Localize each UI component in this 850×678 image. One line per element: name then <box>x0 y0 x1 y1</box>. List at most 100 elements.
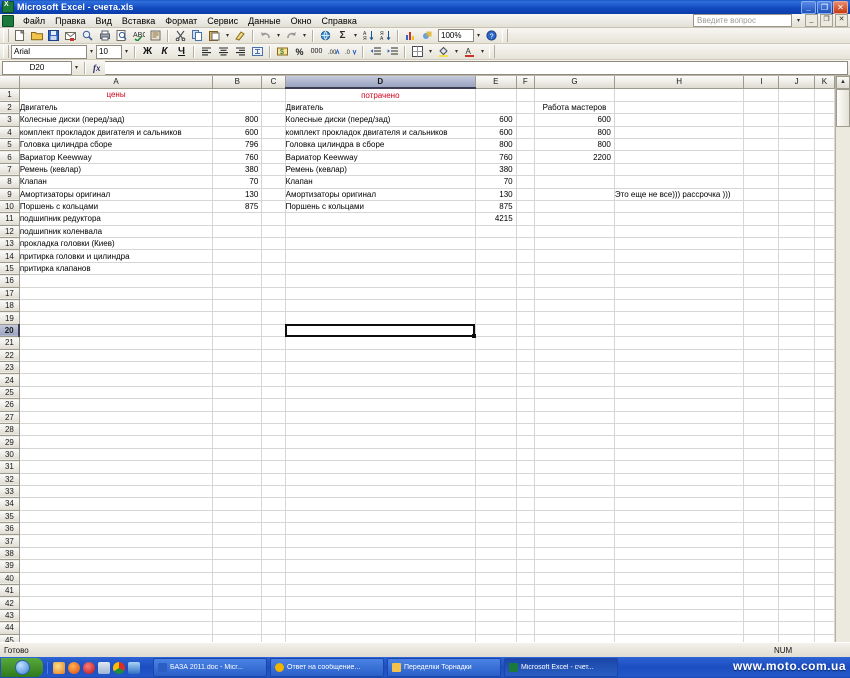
cell-A34[interactable] <box>19 498 212 510</box>
cell-I27[interactable] <box>744 411 779 423</box>
cell-I37[interactable] <box>744 535 779 547</box>
cell-H8[interactable] <box>614 176 743 188</box>
cell-A42[interactable] <box>19 597 212 609</box>
menu-item-insert[interactable]: Вставка <box>117 15 160 27</box>
cell-I8[interactable] <box>744 176 779 188</box>
browser-icon[interactable] <box>53 662 65 674</box>
cell-I3[interactable] <box>744 114 779 126</box>
start-button[interactable] <box>1 658 43 677</box>
cell-I6[interactable] <box>744 151 779 163</box>
cell-H36[interactable] <box>614 523 743 535</box>
taskbar-item-excel[interactable]: Microsoft Excel - счет... <box>504 658 618 677</box>
cell-I20[interactable] <box>744 324 779 336</box>
row-header-32[interactable]: 32 <box>0 473 19 485</box>
cell-I34[interactable] <box>744 498 779 510</box>
cell-I30[interactable] <box>744 448 779 460</box>
cell-J15[interactable] <box>779 262 814 274</box>
cell-G40[interactable] <box>535 572 615 584</box>
cell-A24[interactable] <box>19 374 212 386</box>
cell-I24[interactable] <box>744 374 779 386</box>
font-name-chevron-icon[interactable]: ▾ <box>87 46 96 58</box>
align-center-icon[interactable] <box>216 45 231 59</box>
cell-F40[interactable] <box>516 572 534 584</box>
cell-G1[interactable] <box>535 88 615 101</box>
row-header-36[interactable]: 36 <box>0 523 19 535</box>
cell-G8[interactable] <box>535 176 615 188</box>
cell-B43[interactable] <box>213 609 262 621</box>
cell-F4[interactable] <box>516 126 534 138</box>
cell-G11[interactable] <box>535 213 615 225</box>
cell-E29[interactable] <box>475 436 516 448</box>
cell-A1[interactable]: цены <box>19 88 212 101</box>
cell-D30[interactable] <box>285 448 475 460</box>
cell-B5[interactable]: 796 <box>213 138 262 150</box>
cell-E41[interactable] <box>475 585 516 597</box>
cell-K37[interactable] <box>814 535 834 547</box>
cell-K45[interactable] <box>814 634 834 642</box>
column-header-f[interactable]: F <box>516 76 534 88</box>
font-name-input[interactable]: Arial <box>11 45 87 59</box>
cell-F15[interactable] <box>516 262 534 274</box>
cell-J35[interactable] <box>779 510 814 522</box>
zoom-chevron-icon[interactable]: ▾ <box>474 30 483 42</box>
cell-G7[interactable] <box>535 163 615 175</box>
cell-F35[interactable] <box>516 510 534 522</box>
cell-J2[interactable] <box>779 101 814 113</box>
cell-F13[interactable] <box>516 238 534 250</box>
formula-input[interactable] <box>105 61 849 75</box>
chevron-down-icon[interactable]: ▾ <box>794 15 803 27</box>
cell-J22[interactable] <box>779 349 814 361</box>
redo-icon[interactable] <box>284 29 299 43</box>
cell-K12[interactable] <box>814 225 834 237</box>
cell-K28[interactable] <box>814 423 834 435</box>
select-all-corner[interactable] <box>0 76 19 88</box>
menu-item-file[interactable]: Файл <box>18 15 50 27</box>
cell-K38[interactable] <box>814 547 834 559</box>
cell-G14[interactable] <box>535 250 615 262</box>
menu-item-data[interactable]: Данные <box>243 15 286 27</box>
vertical-scroll-thumb[interactable] <box>836 89 850 127</box>
cell-A14[interactable]: притирка головки и цилиндра <box>19 250 212 262</box>
cell-G30[interactable] <box>535 448 615 460</box>
close-button[interactable]: ✕ <box>833 1 848 14</box>
cell-C26[interactable] <box>262 399 285 411</box>
doc-minimize-button[interactable]: _ <box>805 14 818 27</box>
cell-J27[interactable] <box>779 411 814 423</box>
cell-K14[interactable] <box>814 250 834 262</box>
formatting-toolbar-grip[interactable] <box>3 45 9 58</box>
cell-D3[interactable]: Колесные диски (перед/зад) <box>285 114 475 126</box>
cell-C8[interactable] <box>262 176 285 188</box>
bold-button[interactable]: Ж <box>140 45 155 59</box>
cell-C11[interactable] <box>262 213 285 225</box>
cell-E40[interactable] <box>475 572 516 584</box>
cell-B11[interactable] <box>213 213 262 225</box>
cell-B16[interactable] <box>213 275 262 287</box>
cell-J39[interactable] <box>779 560 814 572</box>
taskbar-item-folder[interactable]: Переделки Торнадки <box>387 658 501 677</box>
cell-J20[interactable] <box>779 324 814 336</box>
cell-G33[interactable] <box>535 485 615 497</box>
cell-B42[interactable] <box>213 597 262 609</box>
cell-G42[interactable] <box>535 597 615 609</box>
cell-F14[interactable] <box>516 250 534 262</box>
cell-D38[interactable] <box>285 547 475 559</box>
cell-D11[interactable] <box>285 213 475 225</box>
cell-D18[interactable] <box>285 300 475 312</box>
cell-A30[interactable] <box>19 448 212 460</box>
cell-K13[interactable] <box>814 238 834 250</box>
cell-D42[interactable] <box>285 597 475 609</box>
cell-A11[interactable]: подшипник редуктора <box>19 213 212 225</box>
undo-chevron-icon[interactable]: ▾ <box>274 30 283 42</box>
cell-C17[interactable] <box>262 287 285 299</box>
row-header-39[interactable]: 39 <box>0 560 19 572</box>
cell-D37[interactable] <box>285 535 475 547</box>
cell-I7[interactable] <box>744 163 779 175</box>
open-folder-icon[interactable] <box>29 29 44 43</box>
cell-B12[interactable] <box>213 225 262 237</box>
cell-E37[interactable] <box>475 535 516 547</box>
cell-E19[interactable] <box>475 312 516 324</box>
cell-C22[interactable] <box>262 349 285 361</box>
cell-B45[interactable] <box>213 634 262 642</box>
chrome-icon[interactable] <box>113 662 125 674</box>
cell-C23[interactable] <box>262 361 285 373</box>
